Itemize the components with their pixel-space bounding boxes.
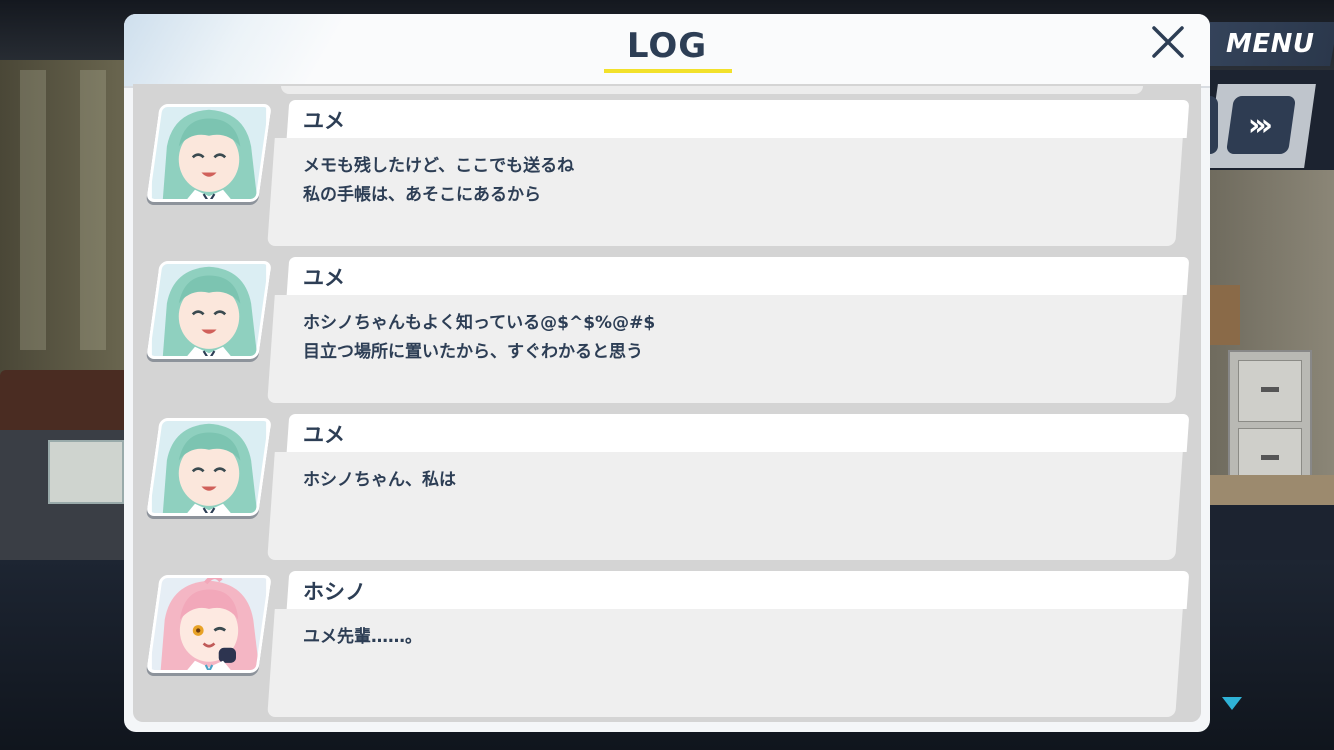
title-underline (604, 69, 732, 73)
speaker-name: ユメ (303, 266, 345, 290)
close-button[interactable] (1148, 22, 1188, 62)
log-title: LOG (626, 26, 708, 66)
cardboard-box (1210, 285, 1240, 345)
drawer (1238, 360, 1302, 422)
message-text: ホシノちゃんもよく知っている@$^$%@#$ 目立つ場所に置いたから、すぐわかる… (303, 309, 1123, 367)
speaker-name: ユメ (303, 423, 345, 447)
log-entry: ユメ ホシノちゃんもよく知っている@$^$%@#$ 目立つ場所に置いたから、すぐ… (133, 257, 1201, 407)
avatar-yume (146, 418, 272, 516)
message-line: 私の手帳は、あそこにあるから (303, 185, 541, 205)
message-line: ホシノちゃん、私は (303, 470, 456, 490)
fast-forward-button[interactable]: ››› (1225, 96, 1297, 154)
speaker-bar (286, 414, 1190, 452)
speaker-bar (286, 100, 1190, 138)
log-entry: ユメ ホシノちゃん、私は (133, 414, 1201, 564)
message-line: ホシノちゃんもよく知っている@$^$%@#$ (303, 313, 656, 333)
message-text: ユメ先輩……。 (303, 623, 1123, 652)
yume-portrait (151, 104, 267, 202)
message-text: ホシノちゃん、私は (303, 466, 1123, 495)
close-icon (1152, 26, 1184, 58)
menu-label: MENU (1225, 29, 1315, 59)
log-list[interactable]: ユメ メモも残したけど、ここでも送るね 私の手帳は、あそこにあるから ユメ ホシ… (133, 84, 1201, 722)
log-header: LOG (124, 14, 1210, 88)
log-entry: ホシノ ユメ先輩……。 (133, 571, 1201, 721)
triangle-down-icon[interactable] (1222, 697, 1242, 710)
avatar-hoshino (146, 575, 272, 673)
message-text: メモも残したけど、ここでも送るね 私の手帳は、あそこにあるから (303, 152, 1123, 210)
speaker-name: ユメ (303, 109, 345, 133)
yume-portrait (151, 418, 267, 516)
table (1210, 475, 1334, 505)
fast-forward-icon: ››› (1248, 107, 1268, 143)
curtain (20, 70, 46, 350)
previous-entry-edge (281, 86, 1143, 94)
yume-portrait (151, 261, 267, 359)
speaker-bar (286, 257, 1190, 295)
log-entry: ユメ メモも残したけど、ここでも送るね 私の手帳は、あそこにあるから (133, 100, 1201, 250)
menu-button[interactable]: MENU (1202, 22, 1334, 66)
message-line: メモも残したけど、ここでも送るね (303, 156, 575, 176)
log-panel: LOG ユメ メモも残したけど、ここでも送るね 私の手帳は、あそこにあるから ユ… (124, 14, 1210, 732)
wall-poster (48, 440, 124, 504)
speaker-name: ホシノ (303, 580, 366, 604)
speaker-bar (286, 571, 1190, 609)
avatar-yume (146, 104, 272, 202)
message-line: ユメ先輩……。 (303, 627, 422, 647)
avatar-yume (146, 261, 272, 359)
curtain (80, 70, 106, 350)
message-line: 目立つ場所に置いたから、すぐわかると思う (303, 342, 643, 362)
hoshino-portrait (151, 575, 267, 673)
